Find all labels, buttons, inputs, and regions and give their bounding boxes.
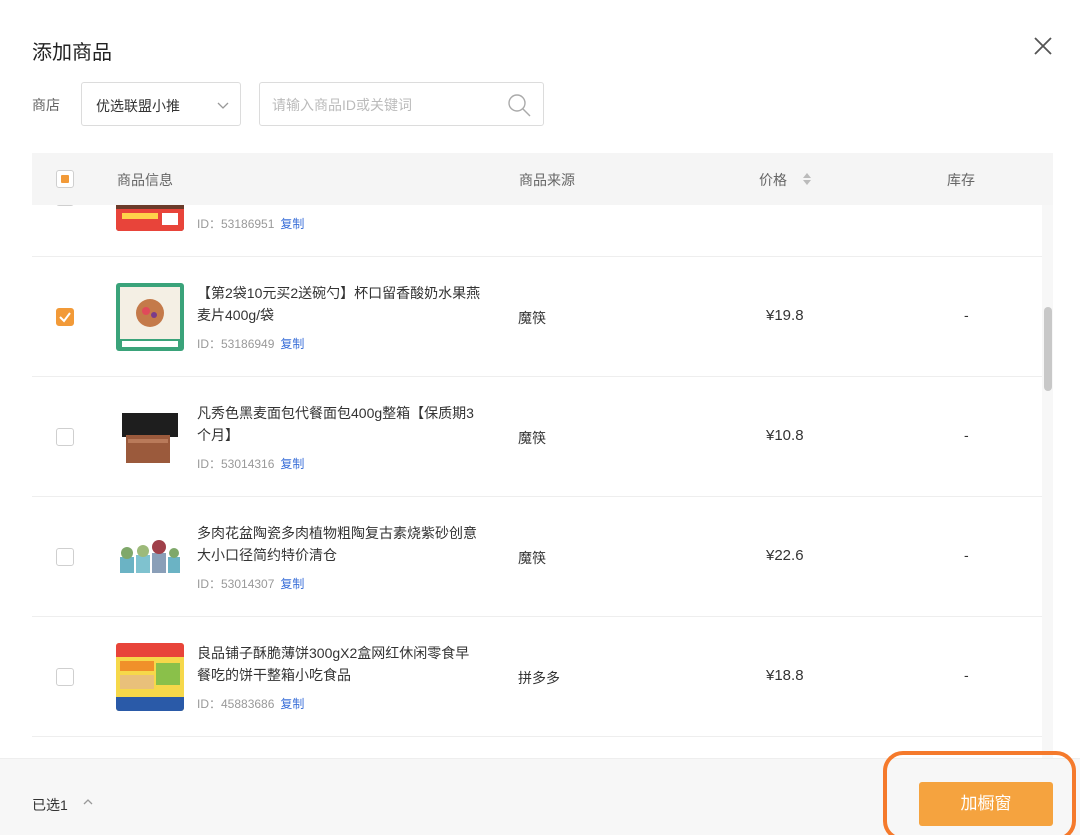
shop-select-value: 优选联盟小推	[96, 98, 180, 114]
product-source: 魔筷	[518, 310, 546, 326]
header-stock: 库存	[947, 172, 975, 188]
sort-icon[interactable]	[802, 171, 812, 187]
chevron-up-icon[interactable]	[82, 796, 94, 808]
product-id-text: ID：53014316	[197, 457, 275, 471]
add-to-showcase-button[interactable]: 加橱窗	[919, 782, 1053, 826]
add-product-dialog: 添加商品 商店 优选联盟小推 商品信息 商品来源 价格 库存	[0, 0, 1080, 835]
search-box	[259, 82, 544, 126]
scrollbar-thumb[interactable]	[1044, 307, 1052, 391]
copy-link[interactable]: 复制	[280, 457, 304, 471]
product-id: ID：53186951 复制	[197, 215, 304, 232]
table-row: 【第2袋10元买2送碗勺】杯口留香酸奶水果燕麦片400g/袋 ID：531869…	[32, 257, 1042, 377]
selected-count[interactable]: 已选1	[32, 795, 68, 815]
product-price: ¥18.8	[766, 667, 804, 684]
shop-select[interactable]: 优选联盟小推	[81, 82, 241, 126]
product-id-text: ID：45883686	[197, 697, 275, 711]
product-id-text: ID：53014307	[197, 577, 275, 591]
product-thumbnail	[116, 523, 184, 591]
product-name: 良品铺子酥脆薄饼300gX2盒网红休闲零食早餐吃的饼干整箱小吃食品	[197, 645, 470, 683]
product-price: ¥19.8	[766, 307, 804, 324]
product-thumbnail	[116, 403, 184, 471]
dialog-title: 添加商品	[32, 42, 112, 64]
select-all-checkbox[interactable]	[56, 170, 74, 188]
copy-link[interactable]: 复制	[280, 697, 304, 711]
product-price: ¥10.8	[766, 427, 804, 444]
product-source: 魔筷	[518, 430, 546, 446]
table-row: 良品铺子酥脆薄饼300gX2盒网红休闲零食早餐吃的饼干整箱小吃食品 ID：458…	[32, 617, 1042, 737]
product-id: ID：53186949 复制	[197, 335, 304, 352]
product-thumbnail	[116, 205, 184, 231]
product-source: 魔筷	[518, 550, 546, 566]
product-id: ID：45883686 复制	[197, 695, 304, 712]
dialog-footer: 已选1 加橱窗	[0, 758, 1080, 835]
row-checkbox[interactable]	[56, 548, 74, 566]
product-id: ID：53014307 复制	[197, 575, 304, 592]
product-name: 多肉花盆陶瓷多肉植物粗陶复古素烧紫砂创意大小口径简约特价清仓	[197, 525, 477, 563]
product-table-body: ID：53186951 复制 【第2袋10元买2送碗勺】杯口留香酸奶水果燕麦片40…	[32, 205, 1053, 758]
copy-link[interactable]: 复制	[280, 217, 304, 231]
row-checkbox[interactable]	[56, 308, 74, 326]
copy-link[interactable]: 复制	[280, 337, 304, 351]
product-name: 【第2袋10元买2送碗勺】杯口留香酸奶水果燕麦片400g/袋	[197, 285, 481, 323]
product-stock: -	[964, 307, 969, 323]
row-checkbox[interactable]	[56, 668, 74, 686]
product-stock: -	[964, 547, 969, 563]
table-header: 商品信息 商品来源 价格 库存	[32, 153, 1053, 205]
product-stock: -	[964, 667, 969, 683]
table-row: 凡秀色黑麦面包代餐面包400g整箱【保质期3个月】 ID：53014316 复制 …	[32, 377, 1042, 497]
product-id-text: ID：53186949	[197, 337, 275, 351]
check-icon	[59, 312, 71, 323]
product-id: ID：53014316 复制	[197, 455, 304, 472]
table-row: ID：53186951 复制	[32, 205, 1042, 257]
table-scrollbar[interactable]	[1042, 205, 1053, 758]
product-thumbnail	[116, 283, 184, 351]
copy-link[interactable]: 复制	[280, 577, 304, 591]
table-row: 多肉花盆陶瓷多肉植物粗陶复古素烧紫砂创意大小口径简约特价清仓 ID：530143…	[32, 497, 1042, 617]
product-id-text: ID：53186951	[197, 217, 275, 231]
row-checkbox[interactable]	[56, 428, 74, 446]
chevron-down-icon	[217, 102, 229, 109]
row-checkbox[interactable]	[56, 205, 74, 206]
header-product-info: 商品信息	[117, 172, 173, 188]
shop-label: 商店	[32, 97, 60, 113]
product-stock: -	[964, 427, 969, 443]
search-input[interactable]	[272, 93, 502, 117]
search-icon[interactable]	[506, 92, 532, 118]
header-price[interactable]: 价格	[759, 170, 787, 190]
product-price: ¥22.6	[766, 547, 804, 564]
close-icon[interactable]	[1031, 34, 1055, 58]
product-source: 拼多多	[518, 670, 560, 686]
product-name: 凡秀色黑麦面包代餐面包400g整箱【保质期3个月】	[197, 405, 474, 443]
product-thumbnail	[116, 643, 184, 711]
header-source: 商品来源	[519, 172, 575, 188]
